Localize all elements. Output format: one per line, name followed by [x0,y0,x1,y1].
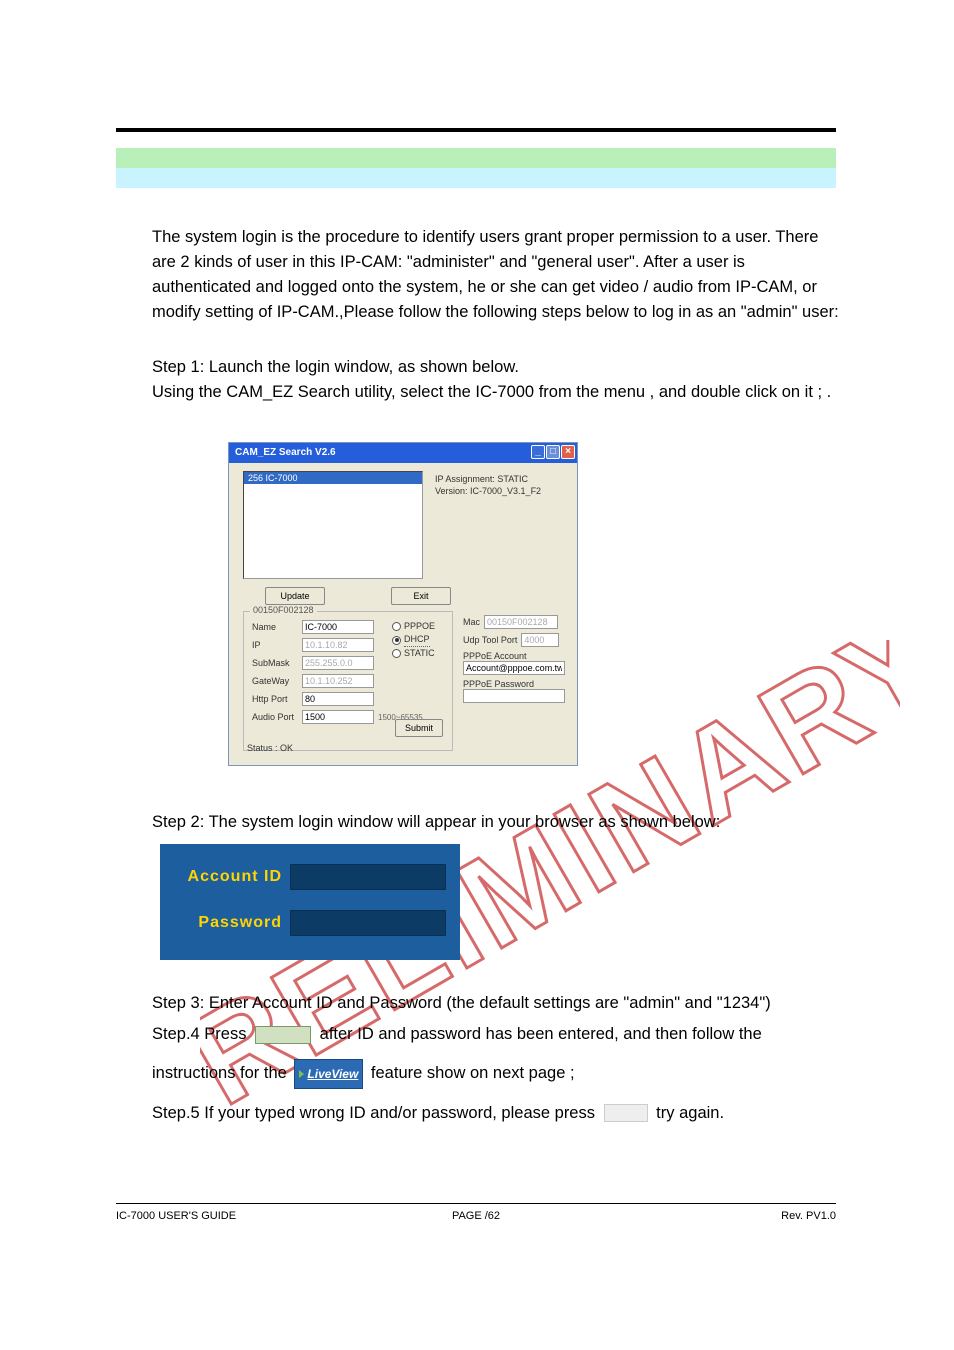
ip-mode-radios: PPPOE DHCP STATIC [392,620,435,660]
gateway-label: GateWay [252,676,302,686]
audioport-input[interactable] [302,710,374,724]
pppoe-password-input[interactable] [463,689,565,703]
ip-row: IP [252,638,374,652]
step5-text-b: try again. [656,1104,724,1122]
submit-button-icon [255,1026,311,1044]
window-title: CAM_EZ Search V2.6 [235,447,336,458]
radio-pppoe-label: PPPOE [404,620,435,633]
name-input[interactable] [302,620,374,634]
group-title: 00150F002128 [250,605,317,615]
radio-static-label: STATIC [404,647,435,660]
ip-assignment-text: IP Assignment: STATIC [435,473,541,485]
mac-label: Mac [463,617,480,627]
mac-input[interactable] [484,615,558,629]
radio-pppoe[interactable] [392,622,401,631]
liveview-button: LiveView [294,1059,363,1089]
step4-text-b: after ID and password has been entered, … [320,1025,762,1043]
pppoe-account-label: PPPoE Account [463,651,565,661]
gateway-input[interactable] [302,674,374,688]
header-bar-cyan [116,168,836,188]
step4-text-d: feature show on next page ; [371,1064,575,1082]
submask-label: SubMask [252,658,302,668]
footer-rule [116,1203,836,1204]
submit-button[interactable]: Submit [395,719,443,737]
pppoe-password-row: PPPoE Password [463,679,565,703]
top-rule [116,128,836,132]
footer-page: PAGE /62 [452,1210,500,1222]
reset-button-icon [604,1104,648,1122]
radio-pppoe-row[interactable]: PPPOE [392,620,435,633]
password-input[interactable] [290,910,446,936]
submask-row: SubMask [252,656,374,670]
radio-static-row[interactable]: STATIC [392,647,435,660]
device-listbox[interactable]: 256 IC-7000 [243,471,423,579]
httpport-input[interactable] [302,692,374,706]
httpport-label: Http Port [252,694,302,704]
intro-paragraph: The system login is the procedure to ide… [152,225,842,325]
gateway-row: GateWay [252,674,374,688]
play-icon [299,1070,304,1078]
device-list-item[interactable]: 256 IC-7000 [244,472,422,484]
status-text: Status : OK [247,743,293,753]
password-label: Password [174,914,290,932]
step2-text: Step 2: The system login window will app… [152,813,852,832]
radio-dhcp-row[interactable]: DHCP [392,633,435,647]
ip-input[interactable] [302,638,374,652]
step1-line1: Step 1: Launch the login window, as show… [152,355,842,380]
update-button[interactable]: Update [265,587,325,605]
window-maximize-button[interactable]: □ [546,445,560,459]
version-text: Version: IC-7000_V3.1_F2 [435,485,541,497]
radio-static[interactable] [392,649,401,658]
pppoe-account-row: PPPoE Account [463,651,565,675]
step1-line2: Using the CAM_EZ Search utility, select … [152,380,842,405]
submask-input[interactable] [302,656,374,670]
window-close-button[interactable]: × [561,445,575,459]
udp-label: Udp Tool Port [463,635,517,645]
footer-rev: Rev. PV1.0 [781,1210,836,1222]
httpport-row: Http Port [252,692,374,706]
account-id-input[interactable] [290,864,446,890]
radio-dhcp[interactable] [392,636,401,645]
login-panel: Account ID Password [160,844,460,960]
cam-ez-search-window: CAM_EZ Search V2.6 _ □ × 256 IC-7000 IP … [228,442,578,766]
liveview-label: LiveView [307,1062,358,1087]
step4-text-a: Step.4 Press [152,1025,251,1043]
mac-row: Mac [463,615,565,629]
step3-text: Step 3: Enter Account ID and Password (t… [152,991,852,1016]
step5-row: Step.5 If your typed wrong ID and/or pas… [152,1101,852,1126]
pppoe-account-input[interactable] [463,661,565,675]
audioport-label: Audio Port [252,712,302,722]
name-label: Name [252,622,302,632]
step4-text-c: instructions for the [152,1064,291,1082]
step4-row2: instructions for the LiveView feature sh… [152,1059,852,1089]
step5-text-a: Step.5 If your typed wrong ID and/or pas… [152,1104,600,1122]
pppoe-password-label: PPPoE Password [463,679,565,689]
udp-input[interactable] [521,633,559,647]
step4-row1: Step.4 Press after ID and password has b… [152,1022,852,1047]
page-footer: IC-7000 USER'S GUIDE PAGE /62 Rev. PV1.0 [116,1210,836,1222]
exit-button[interactable]: Exit [391,587,451,605]
header-bar-green [116,148,836,168]
udp-row: Udp Tool Port [463,633,565,647]
footer-left: IC-7000 USER'S GUIDE [116,1210,236,1222]
window-minimize-button[interactable]: _ [531,445,545,459]
account-id-label: Account ID [174,868,290,886]
ip-label: IP [252,640,302,650]
name-row: Name [252,620,374,634]
radio-dhcp-label: DHCP [404,633,430,647]
device-info: IP Assignment: STATIC Version: IC-7000_V… [435,473,541,497]
after-steps: Step 3: Enter Account ID and Password (t… [152,991,852,1132]
step1-text: Step 1: Launch the login window, as show… [152,355,842,405]
window-titlebar: CAM_EZ Search V2.6 _ □ × [229,443,577,463]
right-column: Mac Udp Tool Port PPPoE Account PPPoE Pa… [463,615,565,707]
